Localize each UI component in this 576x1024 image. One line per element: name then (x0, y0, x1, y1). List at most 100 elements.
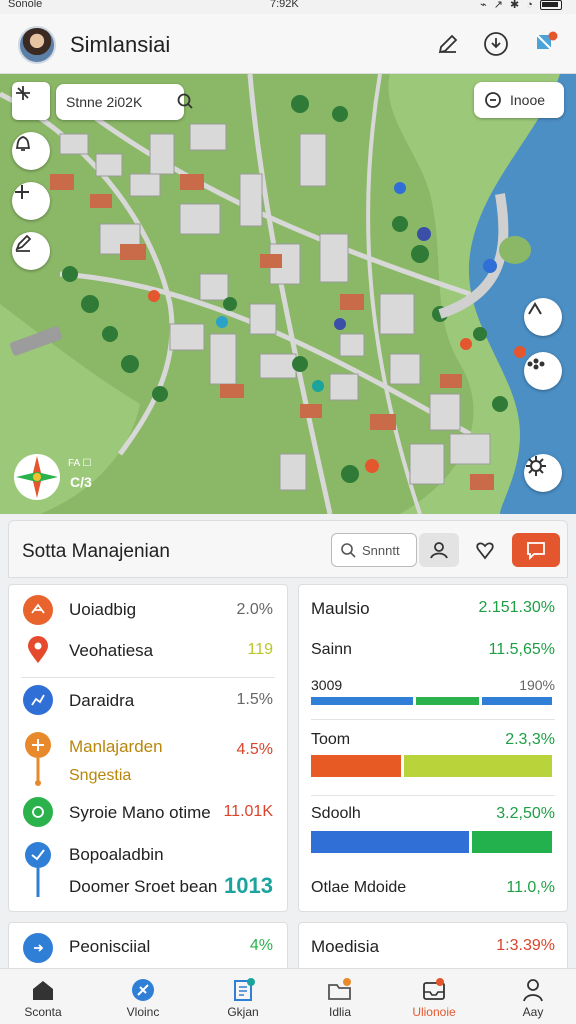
list-item-value: 1013 (224, 873, 273, 898)
right-metrics-card: Maulsio 2.151.30% Sainn 11.5,65% 3009 19… (298, 584, 568, 912)
progress-bar (311, 697, 555, 705)
metric-value: 2.151.30% (478, 599, 555, 616)
panel-search-placeholder: Snnntt (362, 543, 400, 558)
list-item[interactable]: Syroie Mano otime 11.01K (9, 797, 287, 827)
map-settings-button[interactable] (524, 454, 562, 492)
progress-segment (403, 755, 552, 777)
heart-icon (476, 542, 494, 560)
carrier-label: Sonole (8, 0, 43, 10)
pencil-icon (438, 34, 458, 54)
chart-icon (23, 685, 53, 715)
nav-item-reports[interactable]: Gkjan (203, 975, 283, 1019)
layers-button[interactable] (524, 352, 562, 390)
bottom-navigation: Sconta Vloinc Gkjan Idlia Ulionoie Aay (0, 968, 576, 1024)
map-pin-icon (23, 635, 53, 665)
list-item[interactable]: Uoiadbig 2.0% (9, 595, 287, 625)
status-bar: Sonole 7:92K ⌁ ↗ ✱ ◔ (0, 0, 576, 14)
chat-button[interactable] (512, 533, 560, 567)
list-item[interactable]: Bopoaladbin Doomer Sroet bean 1013 (9, 841, 287, 905)
avatar[interactable] (18, 26, 56, 64)
draw-button[interactable] (12, 232, 50, 270)
nav-item-inbox[interactable]: Ulionoie (394, 975, 474, 1019)
divider (311, 719, 555, 720)
metric-label: Maulsio (311, 599, 370, 618)
nav-item-files[interactable]: Idlia (300, 975, 380, 1019)
location-button[interactable] (12, 82, 50, 120)
management-panel-header: Sotta Manajenian Snnntt (8, 520, 568, 578)
metric-label: Sainn (311, 641, 352, 658)
list-item-sublabel: Doomer Sroet bean (69, 877, 218, 896)
nav-label: Gkjan (227, 1005, 259, 1019)
map-zoom-button[interactable]: Inooe (474, 82, 564, 118)
list-item-value: 119 (247, 641, 273, 658)
user-icon (430, 542, 448, 559)
progress-bar (311, 831, 555, 853)
nav-label: Ulionoie (412, 1005, 456, 1019)
marker-icon (23, 731, 53, 787)
refresh-icon (23, 797, 53, 827)
compass-code: C/3 (70, 474, 92, 490)
nav-item-home[interactable]: Sconta (3, 975, 83, 1019)
metric-label: Toom (311, 731, 351, 748)
person-icon (493, 975, 573, 1005)
list-item[interactable]: Manlajarden 4.5% Sngestia (9, 731, 287, 791)
progress-segment (311, 697, 413, 705)
nav-label: Vloinc (126, 1005, 160, 1019)
flag-badge-icon (536, 31, 558, 50)
metric-label: Otlae Mdoide (311, 879, 407, 896)
list-item[interactable]: Veohatiesa 119 (9, 635, 287, 665)
compass-icon (16, 456, 58, 498)
status-icons: ⌁ ↗ ✱ ◔ (480, 0, 562, 11)
left-stats-card: Uoiadbig 2.0% Veohatiesa 119 Daraidra 1.… (8, 584, 288, 912)
route-button[interactable] (524, 298, 562, 336)
gear-icon (526, 456, 546, 476)
divider (311, 795, 555, 796)
favorite-button[interactable] (465, 533, 505, 567)
metric-label: Sdoolh (311, 805, 361, 822)
divider (21, 677, 275, 678)
metric-value: 11.5,65% (488, 641, 555, 658)
folder-icon (300, 975, 380, 1005)
compass-rose[interactable] (14, 454, 60, 500)
progress-segment (415, 697, 479, 705)
nav-item-explore[interactable]: Vloinc (103, 975, 183, 1019)
metric-row: Sainn 11.5,65% (311, 641, 555, 665)
metric-value: 2.3,3% (505, 731, 555, 748)
city-map[interactable]: Stnne 2i02K Inooe FA ☐ C/3 (0, 74, 576, 514)
user-filter-button[interactable] (419, 533, 459, 567)
list-item-label: Veohatiesa (69, 641, 154, 660)
edit-button[interactable] (434, 30, 462, 58)
search-icon (340, 542, 356, 561)
metric-row: 3009 190% (311, 677, 555, 717)
map-zoom-label: Inooe (510, 92, 546, 108)
metric-label: 3009 (311, 677, 343, 693)
chevron-icon (23, 933, 53, 963)
list-item-value: 11.01K (223, 803, 273, 820)
nav-item-profile[interactable]: Aay (493, 975, 573, 1019)
notifications-button[interactable] (532, 30, 560, 58)
metric-row: Sdoolh 3.2,50% (311, 805, 555, 855)
panel-search-input[interactable]: Snnntt (331, 533, 417, 567)
chat-icon (527, 542, 545, 561)
list-item-label: Uoiadbig (69, 600, 137, 619)
inbox-icon (394, 975, 474, 1005)
progress-segment (481, 697, 552, 705)
nav-label: Aay (522, 1005, 544, 1019)
progress-segment (311, 831, 470, 853)
card-label: Moedisia (311, 937, 380, 956)
compass-label: FA ☐ (68, 458, 92, 469)
bottom-stat-card[interactable]: Peonisciial 4% (8, 922, 288, 972)
download-button[interactable] (482, 30, 510, 58)
map-bell-button[interactable] (12, 132, 50, 170)
dots-icon (527, 358, 545, 370)
battery-icon (540, 0, 562, 11)
bottom-metric-card[interactable]: Moedisia 1:3.39% (298, 922, 568, 972)
metric-row: Toom 2.3,3% (311, 731, 555, 781)
map-search-box[interactable]: Stnne 2i02K (56, 84, 193, 120)
map-search-text: Stnne 2i02K (66, 94, 143, 110)
list-item[interactable]: Daraidra 1.5% (9, 685, 287, 715)
card-label: Peonisciial (69, 937, 151, 956)
metric-value: 11.0,% (506, 879, 555, 896)
compass-icon (103, 975, 183, 1005)
zoom-in-button[interactable] (12, 182, 50, 220)
